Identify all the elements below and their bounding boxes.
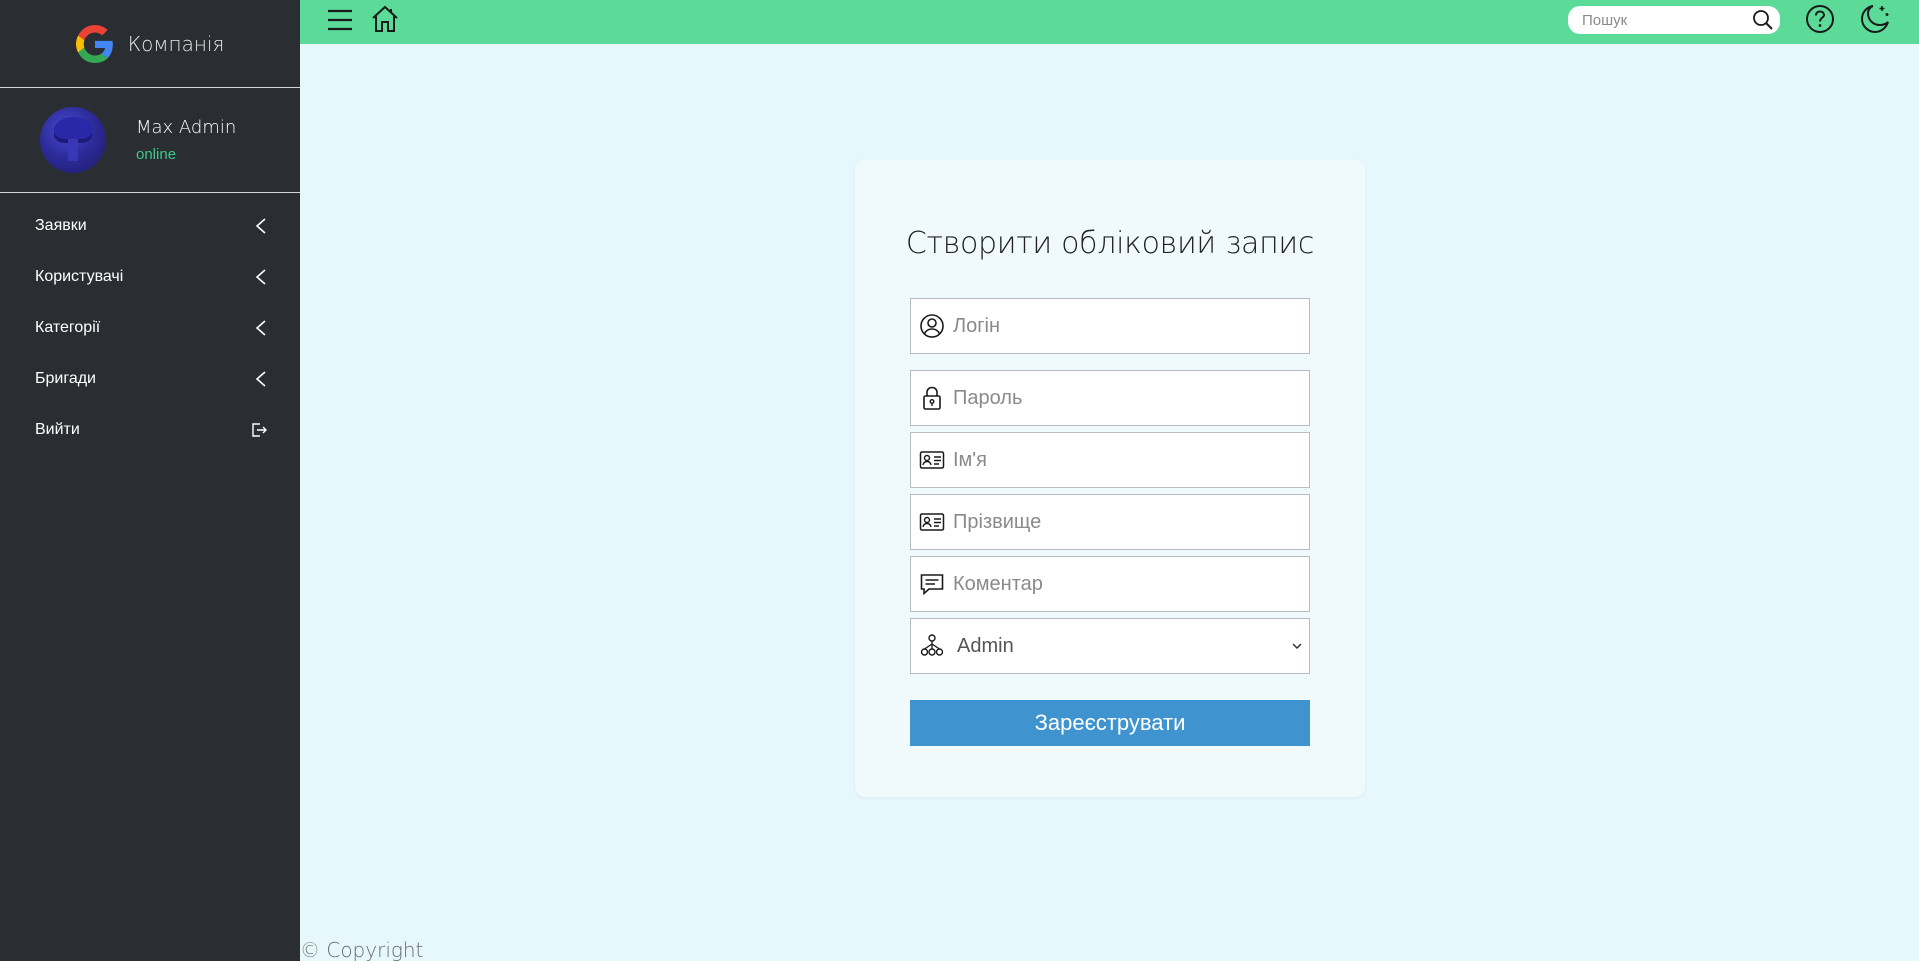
chevron-left-icon <box>255 319 266 336</box>
sidebar-item-label: Бригади <box>35 369 96 387</box>
register-button[interactable]: Зареєструвати <box>910 700 1310 746</box>
user-status: online <box>136 146 177 163</box>
chevron-down-icon <box>1292 643 1302 650</box>
diagram-icon <box>920 634 944 656</box>
user-name: Max Admin <box>136 117 237 138</box>
help-icon[interactable] <box>1805 4 1835 34</box>
user-circle-icon <box>920 314 944 338</box>
search-box <box>1568 6 1780 34</box>
chevron-left-icon <box>255 268 266 285</box>
sidebar-item-label: Користувачі <box>35 267 124 285</box>
brand[interactable]: Компанія <box>0 0 300 88</box>
logout-icon <box>252 422 267 437</box>
password-input[interactable] <box>953 386 1293 410</box>
chevron-left-icon <box>255 217 266 234</box>
role-select[interactable]: Admin <box>910 618 1310 674</box>
footer-copyright: © Copyright <box>300 938 424 961</box>
search-input[interactable] <box>1582 11 1742 29</box>
comment-field <box>910 556 1310 612</box>
sidebar-item-label: Заявки <box>35 216 87 234</box>
google-logo-icon <box>75 24 113 63</box>
comment-icon <box>920 574 944 596</box>
brand-name: Компанія <box>127 31 225 56</box>
search-icon[interactable] <box>1752 9 1774 31</box>
role-select-value: Admin <box>957 634 1014 657</box>
chevron-left-icon <box>255 370 266 387</box>
id-card-icon <box>919 451 945 469</box>
last-name-field <box>910 494 1310 550</box>
login-field <box>910 298 1310 354</box>
sidebar-item-categories[interactable]: Категорії <box>0 302 300 353</box>
user-panel: Max Admin online <box>0 88 300 193</box>
sidebar-item-brigades[interactable]: Бригади <box>0 353 300 404</box>
sidebar-item-label: Вийти <box>35 420 80 438</box>
sidebar-item-users[interactable]: Користувачі <box>0 251 300 302</box>
dark-mode-icon[interactable] <box>1858 2 1892 36</box>
sidebar-item-requests[interactable]: Заявки <box>0 200 300 251</box>
avatar[interactable] <box>40 107 106 173</box>
page-title: Створити обліковий запис <box>905 226 1315 261</box>
first-name-input[interactable] <box>953 448 1293 472</box>
sidebar-menu: Заявки Користувачі Категорії Бригади Вий… <box>0 193 300 455</box>
password-field <box>910 370 1310 426</box>
first-name-field <box>910 432 1310 488</box>
lock-icon <box>923 386 941 410</box>
topbar <box>300 0 1919 44</box>
sidebar-item-logout[interactable]: Вийти <box>0 404 300 455</box>
home-icon[interactable] <box>370 4 400 34</box>
sidebar: Компанія Max Admin online Заявки Користу… <box>0 0 300 961</box>
comment-input[interactable] <box>953 572 1293 596</box>
hamburger-menu-icon[interactable] <box>327 6 353 34</box>
last-name-input[interactable] <box>953 510 1293 534</box>
register-card: Створити обліковий запис Логін Ім'я Пріз… <box>855 160 1365 797</box>
user-info: Max Admin online <box>136 117 236 163</box>
sidebar-item-label: Категорії <box>35 318 101 336</box>
login-input[interactable] <box>953 314 1293 338</box>
id-card-icon <box>919 513 945 531</box>
